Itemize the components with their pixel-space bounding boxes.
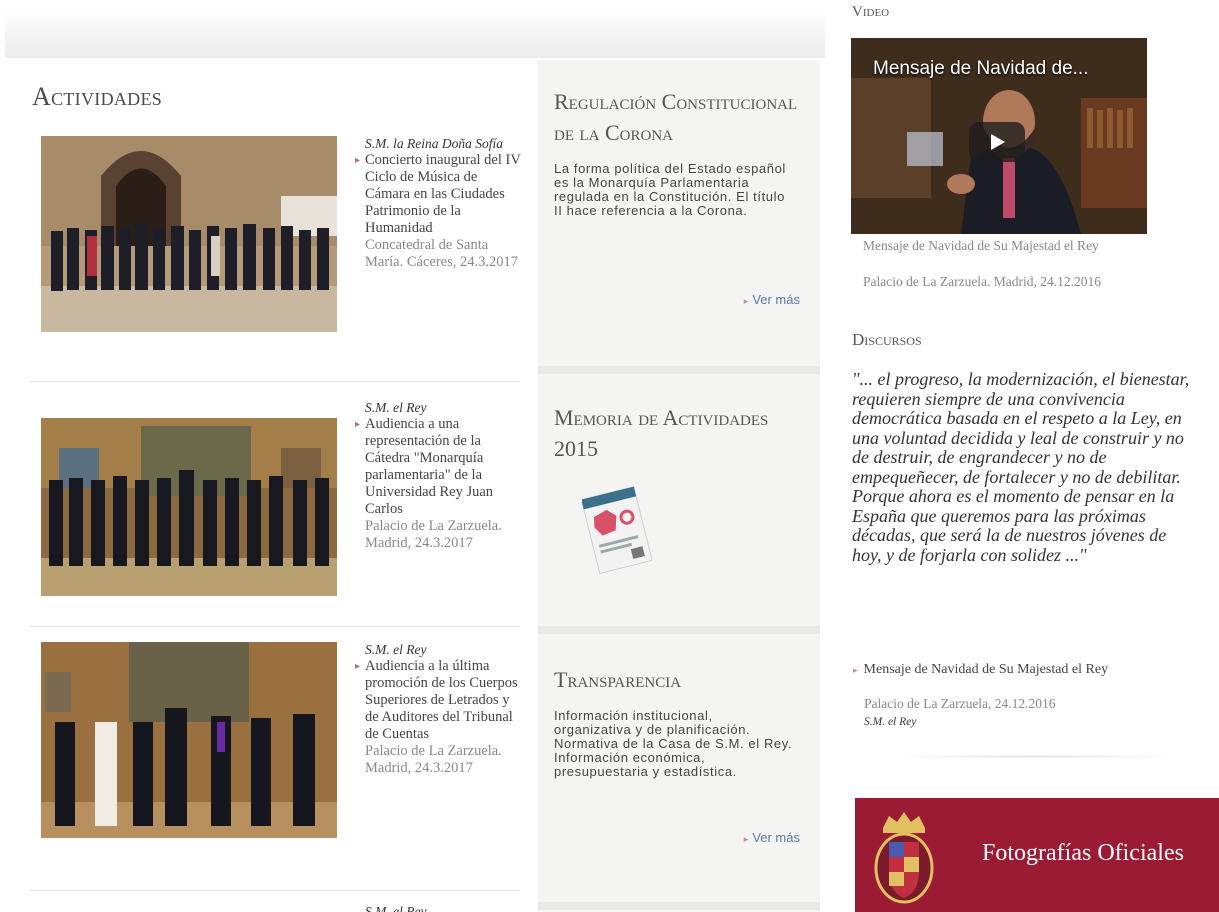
activity-item[interactable]: S.M. el Rey xyxy=(30,903,520,912)
activity-text: S.M. la Reina Doña Sofía ▸ Concierto ina… xyxy=(355,136,525,271)
activity-link[interactable]: ▸ Audiencia a la última promoción de los… xyxy=(355,658,525,743)
memoria-cover-image[interactable] xyxy=(580,486,653,581)
arrow-icon: ▸ xyxy=(853,665,858,675)
activity-photo[interactable] xyxy=(41,642,337,838)
video-heading: Video xyxy=(852,4,890,20)
video-overlay-title[interactable]: Mensaje de Navidad de... xyxy=(873,58,1088,80)
transparencia-title[interactable]: Transparencia xyxy=(538,664,814,695)
activity-text: S.M. el Rey ▸ Audiencia a una representa… xyxy=(355,400,525,552)
activity-who: S.M. el Rey xyxy=(365,904,427,912)
discursos-heading: Discursos xyxy=(852,330,922,349)
divider xyxy=(538,626,820,634)
discurso-who: S.M. el Rey xyxy=(864,716,917,728)
activity-item[interactable]: S.M. la Reina Doña Sofía ▸ Concierto ina… xyxy=(30,132,521,352)
activity-photo[interactable] xyxy=(41,418,337,614)
activity-who: S.M. la Reina Doña Sofía xyxy=(365,136,503,151)
memoria-title[interactable]: Memoria de Actividades 2015 xyxy=(538,402,814,464)
discurso-place: Palacio de La Zarzuela, 24.12.2016 xyxy=(864,696,1056,711)
video-place: Palacio de La Zarzuela. Madrid, 24.12.20… xyxy=(863,274,1102,289)
middle-column: Regulación Constitucional de la Corona L… xyxy=(538,60,820,912)
divider xyxy=(538,366,820,374)
bullet-icon: ▸ xyxy=(355,661,361,672)
divider xyxy=(538,902,820,910)
divider xyxy=(30,626,520,627)
transparencia-ver-mas-link[interactable]: ▸ Ver más xyxy=(744,830,800,845)
activity-description[interactable]: Audiencia a la última promoción de los C… xyxy=(365,658,518,742)
divider xyxy=(30,890,520,891)
activity-description[interactable]: Audiencia a una representación de la Cát… xyxy=(365,416,493,517)
transparencia-text: Información institucional, organizativa … xyxy=(554,708,793,779)
discurso-link[interactable]: ▸ Mensaje de Navidad de Su Majestad el Re… xyxy=(853,662,1108,678)
activity-photo[interactable] xyxy=(41,136,337,332)
activity-item[interactable]: S.M. el Rey ▸ Audiencia a la última prom… xyxy=(30,642,520,862)
regulacion-title[interactable]: Regulación Constitucional de la Corona xyxy=(538,86,814,148)
divider xyxy=(30,381,520,382)
activity-description[interactable]: Concierto inaugural del IV Ciclo de Músi… xyxy=(365,152,521,236)
royal-crest-icon xyxy=(874,812,934,904)
regulacion-block: Regulación Constitucional de la Corona L… xyxy=(538,86,820,218)
activity-who: S.M. el Rey xyxy=(365,642,427,657)
activity-link[interactable]: ▸ Audiencia a una representación de la C… xyxy=(355,416,525,518)
bullet-icon: ▸ xyxy=(355,155,361,166)
activity-who: S.M. el Rey xyxy=(365,400,427,415)
bullet-icon: ▸ xyxy=(355,419,361,430)
fotografias-oficiales-banner[interactable]: Fotografías Oficiales xyxy=(855,798,1219,912)
activity-photo[interactable] xyxy=(41,907,337,912)
fotografias-label[interactable]: Fotografías Oficiales xyxy=(982,840,1184,867)
play-button[interactable] xyxy=(969,122,1025,162)
activity-link[interactable]: ▸ Concierto inaugural del IV Ciclo de Mú… xyxy=(355,152,525,237)
arrow-icon: ▸ xyxy=(743,834,749,844)
video-caption[interactable]: Mensaje de Navidad de Su Majestad el Rey xyxy=(863,238,1099,254)
actividades-heading: Actividades xyxy=(32,82,163,111)
transparencia-block: Transparencia Información institucional,… xyxy=(538,664,820,779)
memoria-block: Memoria de Actividades 2015 xyxy=(538,402,820,575)
regulacion-text: La forma política del Estado español es … xyxy=(554,161,786,218)
regulacion-ver-mas-link[interactable]: ▸ Ver más xyxy=(744,292,800,307)
activity-place: Concatedral de Santa María. Cáceres, 24.… xyxy=(365,237,519,270)
activity-item[interactable]: S.M. el Rey ▸ Audiencia a una representa… xyxy=(30,398,520,618)
activity-place: Palacio de La Zarzuela. Madrid, 24.3.201… xyxy=(365,518,502,551)
activity-place: Palacio de La Zarzuela. Madrid, 24.3.201… xyxy=(365,743,502,776)
arrow-icon: ▸ xyxy=(743,296,749,306)
activity-text: S.M. el Rey xyxy=(365,904,520,912)
play-icon xyxy=(991,134,1005,150)
divider xyxy=(900,755,1170,758)
top-header-band xyxy=(5,8,825,58)
video-player[interactable]: Mensaje de Navidad de... xyxy=(851,38,1147,234)
discurso-quote: "... el progreso, la modernización, el b… xyxy=(852,369,1190,565)
activity-text: S.M. el Rey ▸ Audiencia a la última prom… xyxy=(355,642,525,777)
